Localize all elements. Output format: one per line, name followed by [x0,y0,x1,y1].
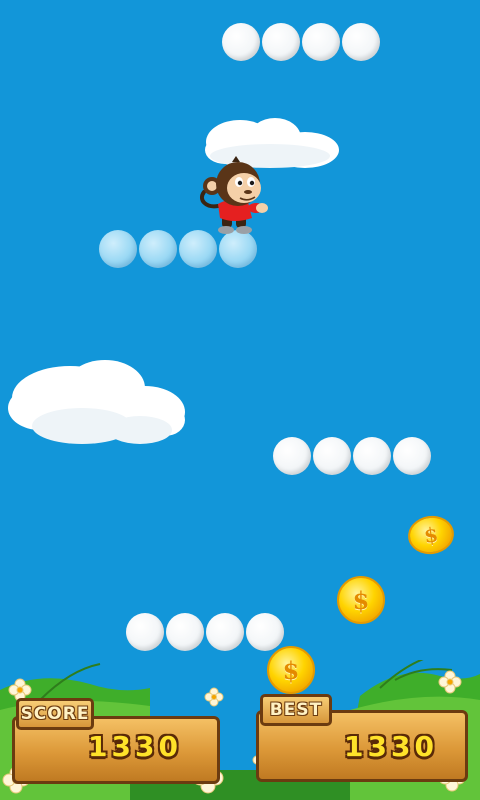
best-tag: BEST [260,694,332,726]
flowers-decoration [2,670,466,794]
score-label: SCORE [20,704,90,724]
best-label: BEST [269,700,323,720]
score-board: SCORE 1330 [12,698,220,788]
flower-icon [438,670,462,694]
score-tag: SCORE [16,698,94,730]
score-value: 1330 [88,730,182,763]
best-board: BEST 1330 [256,694,468,788]
best-value: 1330 [344,730,438,763]
